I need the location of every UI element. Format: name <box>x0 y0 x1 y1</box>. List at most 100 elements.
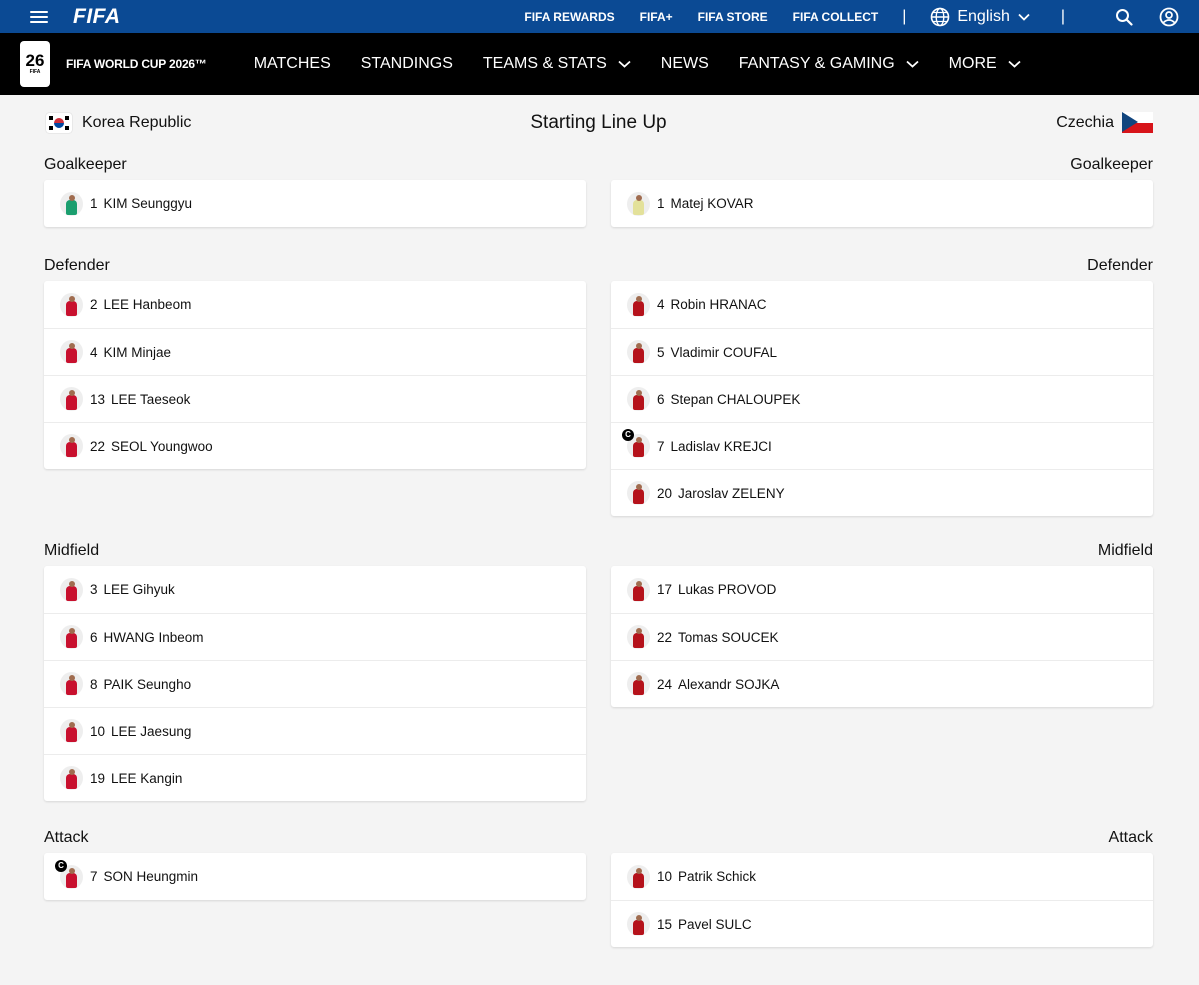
globe-icon <box>931 7 950 26</box>
chevron-down-icon <box>906 60 919 68</box>
player-row[interactable]: 24 Alexandr SOJKA <box>611 660 1153 707</box>
player-row[interactable]: 17 Lukas PROVOD <box>611 566 1153 613</box>
nav-item-teams-stats[interactable]: TEAMS & STATS <box>483 55 631 73</box>
player-name: SEOL Youngwoo <box>111 438 213 454</box>
search-icon[interactable] <box>1115 8 1133 26</box>
player-number: 22 <box>657 629 673 645</box>
player-row[interactable]: 15 Pavel SULC <box>611 900 1153 947</box>
player-avatar-icon <box>60 719 83 743</box>
nav-item-label: NEWS <box>660 55 709 72</box>
player-row[interactable]: 3 LEE Gihyuk <box>44 566 586 613</box>
player-row[interactable]: C 7 SON Heungmin <box>44 853 586 900</box>
player-number: 17 <box>657 582 673 597</box>
home-attack-card: C 7 SON Heungmin <box>44 853 586 900</box>
lineup-sections: Goalkeeper Goalkeeper 1 KIM Seunggyu 1 Matej … <box>44 150 1153 947</box>
korea-flag-icon <box>46 112 72 133</box>
player-row[interactable]: 10 Patrik Schick <box>611 853 1153 900</box>
nav-item-more[interactable]: MORE <box>949 55 1021 73</box>
player-row[interactable]: 1 Matej KOVAR <box>611 180 1153 227</box>
player-name: LEE Gihyuk <box>103 582 175 597</box>
player-name: KIM Minjae <box>103 344 172 360</box>
user-icon[interactable] <box>1159 7 1179 27</box>
chevron-down-icon <box>1018 13 1030 21</box>
player-row[interactable]: 6 HWANG Inbeom <box>44 613 586 660</box>
away-defender-card: 4 Robin HRANAC 5 Vladimir COUFAL 6 Stepan CHA… <box>611 281 1153 516</box>
away-position-label: Midfield <box>1097 542 1153 559</box>
player-avatar-icon <box>627 340 650 364</box>
player-name: LEE Jaesung <box>111 723 192 739</box>
fifa-plus-link[interactable]: FIFA+ <box>640 10 673 24</box>
player-number: 19 <box>90 770 106 786</box>
section-body: 1 KIM Seunggyu 1 Matej KOVAR <box>44 180 1153 227</box>
home-position-label: Defender <box>44 257 110 274</box>
player-row[interactable]: 22 SEOL Youngwoo <box>44 422 586 469</box>
fifa-collect-link[interactable]: FIFA COLLECT <box>793 10 879 24</box>
player-name: Patrik Schick <box>678 869 757 884</box>
home-position-label: Goalkeeper <box>44 156 127 173</box>
nav-item-standings[interactable]: STANDINGS <box>361 55 453 73</box>
player-name: Tomas SOUCEK <box>678 629 779 645</box>
player-row[interactable]: 8 PAIK Seungho <box>44 660 586 707</box>
player-name: Matej KOVAR <box>670 196 754 211</box>
player-name: LEE Taeseok <box>111 391 191 407</box>
separator: | <box>902 7 907 25</box>
czechia-flag-icon <box>1122 112 1153 133</box>
top-bar: FIFA FIFA REWARDS FIFA+ FIFA STORE FIFA … <box>0 0 1199 33</box>
player-number: 1 <box>90 196 98 211</box>
section-header: Goalkeeper Goalkeeper <box>44 150 1153 180</box>
player-name: HWANG Inbeom <box>103 629 204 645</box>
player-row[interactable]: 22 Tomas SOUCEK <box>611 613 1153 660</box>
player-row[interactable]: C 7 Ladislav KREJCI <box>611 422 1153 469</box>
nav-item-label: TEAMS & STATS <box>482 55 607 72</box>
section-goalkeeper: Goalkeeper Goalkeeper 1 KIM Seunggyu 1 Matej … <box>44 150 1153 227</box>
player-avatar-icon <box>60 766 83 790</box>
player-row[interactable]: 6 Stepan CHALOUPEK <box>611 375 1153 422</box>
player-row[interactable]: 5 Vladimir COUFAL <box>611 328 1153 375</box>
player-row[interactable]: 20 Jaroslav ZELENY <box>611 469 1153 516</box>
nav-item-fantasy-gaming[interactable]: FANTASY & GAMING <box>739 55 919 73</box>
logo-number: 26 <box>25 50 45 70</box>
player-number: 7 <box>657 438 665 454</box>
away-goalkeeper-card: 1 Matej KOVAR <box>611 180 1153 227</box>
nav-item-matches[interactable]: MATCHES <box>254 55 331 73</box>
player-name: KIM Seunggyu <box>103 196 193 211</box>
player-avatar-icon <box>60 577 83 602</box>
chevron-down-icon <box>618 60 631 68</box>
player-row[interactable]: 2 LEE Hanbeom <box>44 281 586 328</box>
player-row[interactable]: 13 LEE Taeseok <box>44 375 586 422</box>
player-avatar-icon <box>60 434 83 458</box>
player-row[interactable]: 10 LEE Jaesung <box>44 707 586 754</box>
lineup-content: Korea Republic Starting Line Up Czechia … <box>0 95 1199 947</box>
player-name: Jaroslav ZELENY <box>678 485 785 501</box>
main-nav: 26 FIFA FIFA WORLD CUP 2026™ MATCHES STAN… <box>0 33 1199 95</box>
section-header: Defender Defender <box>44 251 1153 281</box>
player-avatar-icon <box>60 292 83 317</box>
home-team[interactable]: Korea Republic <box>44 112 191 133</box>
menu-icon[interactable] <box>30 10 48 23</box>
section-body: 3 LEE Gihyuk 6 HWANG Inbeom 8 PAIK Seungho 10 L… <box>44 566 1153 801</box>
away-team[interactable]: Czechia <box>1056 112 1153 133</box>
player-number: 10 <box>90 723 106 739</box>
player-number: 2 <box>90 297 98 312</box>
player-row[interactable]: 4 KIM Minjae <box>44 328 586 375</box>
world-cup-title[interactable]: FIFA WORLD CUP 2026™ <box>66 57 207 71</box>
player-row[interactable]: 19 LEE Kangin <box>44 754 586 801</box>
player-name: Ladislav KREJCI <box>670 438 772 454</box>
player-row[interactable]: 1 KIM Seunggyu <box>44 180 586 227</box>
fifa-store-link[interactable]: FIFA STORE <box>698 10 768 24</box>
page-title: Starting Line Up <box>530 111 667 133</box>
away-attack-card: 10 Patrik Schick 15 Pavel SULC <box>611 853 1153 947</box>
player-row[interactable]: 4 Robin HRANAC <box>611 281 1153 328</box>
world-cup-logo[interactable]: 26 FIFA <box>20 41 50 87</box>
captain-badge-icon: C <box>55 859 67 872</box>
nav-item-news[interactable]: NEWS <box>661 55 709 73</box>
player-number: 22 <box>90 438 106 454</box>
language-selector[interactable]: English <box>930 7 1036 27</box>
player-number: 4 <box>90 344 98 360</box>
away-position-label: Attack <box>1108 829 1153 846</box>
fifa-rewards-link[interactable]: FIFA REWARDS <box>524 10 614 24</box>
section-body: C 7 SON Heungmin 10 Patrik Schick 15 Pavel SUL… <box>44 853 1153 947</box>
fifa-logo[interactable]: FIFA <box>73 5 121 29</box>
player-avatar-icon <box>60 625 83 649</box>
nav-item-label: FANTASY & GAMING <box>738 55 895 72</box>
